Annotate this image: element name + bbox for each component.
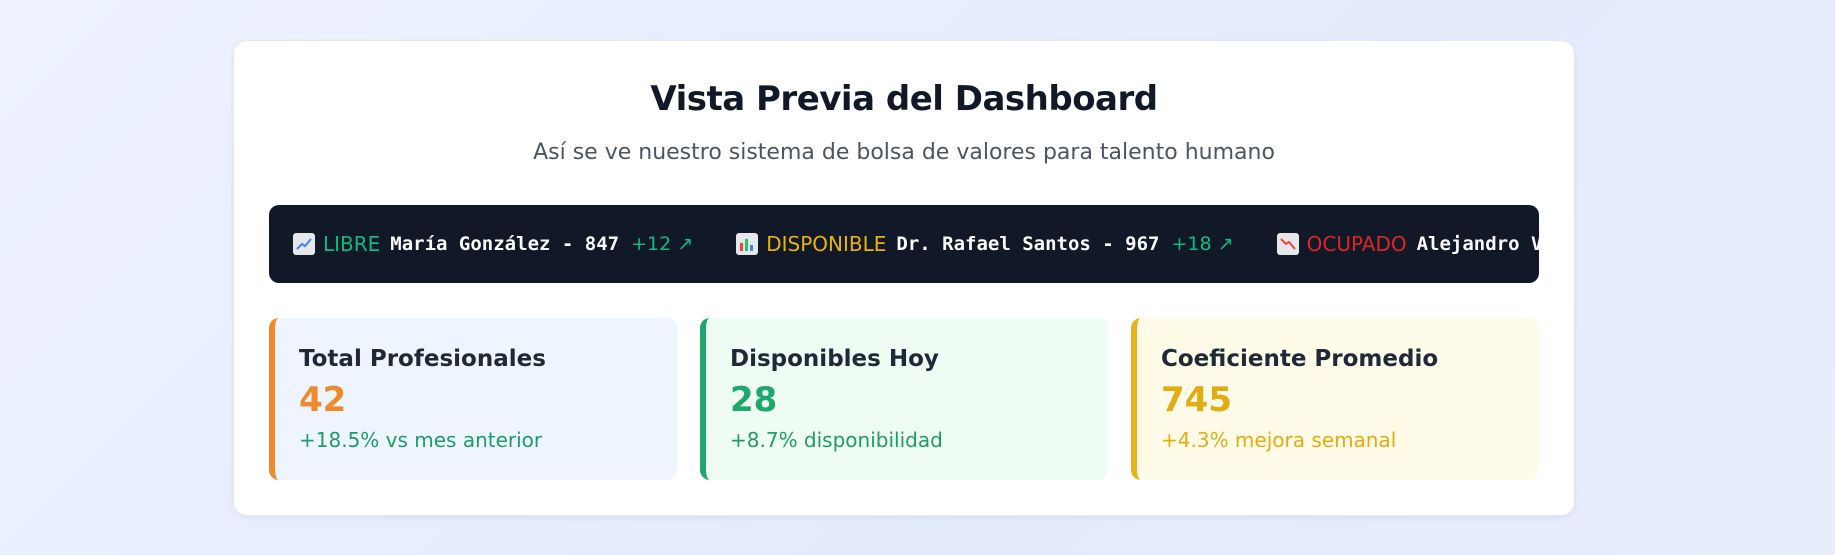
stat-note: +8.7% disponibilidad	[730, 428, 943, 452]
stat-value: 28	[730, 380, 778, 420]
ticker-item: OCUPADO Alejandro Ve	[1276, 205, 1539, 283]
ticker-name: Dr. Rafael Santos - 967	[896, 233, 1160, 255]
stat-note: +4.3% mejora semanal	[1161, 428, 1397, 452]
ticker-change: +18 ↗	[1171, 233, 1234, 255]
stat-card-average-coefficient: Coeficiente Promedio 745 +4.3% mejora se…	[1131, 318, 1539, 480]
chart-up-icon	[293, 233, 315, 255]
ticker-item: LIBRE María González - 847 +12 ↗	[293, 205, 693, 283]
stat-value: 745	[1161, 380, 1232, 420]
ticker-name: María González - 847	[390, 233, 620, 255]
ticker-status: DISPONIBLE	[766, 232, 887, 256]
bar-chart-icon	[736, 233, 759, 255]
stat-card-total-professionals: Total Profesionales 42 +18.5% vs mes ant…	[269, 318, 677, 480]
stat-note: +18.5% vs mes anterior	[299, 428, 543, 452]
ticker-change: +12 ↗	[631, 233, 694, 255]
stock-ticker: LIBRE María González - 847 +12 ↗ DISPONI…	[269, 205, 1539, 283]
stat-label: Total Profesionales	[299, 346, 546, 372]
ticker-status: LIBRE	[323, 232, 381, 256]
ticker-name: Alejandro Ve	[1416, 233, 1539, 255]
ticker-item: DISPONIBLE Dr. Rafael Santos - 967 +18 ↗	[736, 205, 1234, 283]
page-title: Vista Previa del Dashboard	[650, 79, 1158, 119]
dashboard-preview-card: Vista Previa del Dashboard Así se ve nue…	[233, 40, 1575, 516]
stat-value: 42	[299, 380, 347, 420]
stat-card-available-today: Disponibles Hoy 28 +8.7% disponibilidad	[700, 318, 1108, 480]
stat-label: Disponibles Hoy	[730, 346, 939, 372]
ticker-status: OCUPADO	[1306, 232, 1407, 256]
stat-label: Coeficiente Promedio	[1161, 346, 1439, 372]
chart-down-icon	[1276, 233, 1299, 255]
page-subtitle: Así se ve nuestro sistema de bolsa de va…	[533, 140, 1275, 165]
